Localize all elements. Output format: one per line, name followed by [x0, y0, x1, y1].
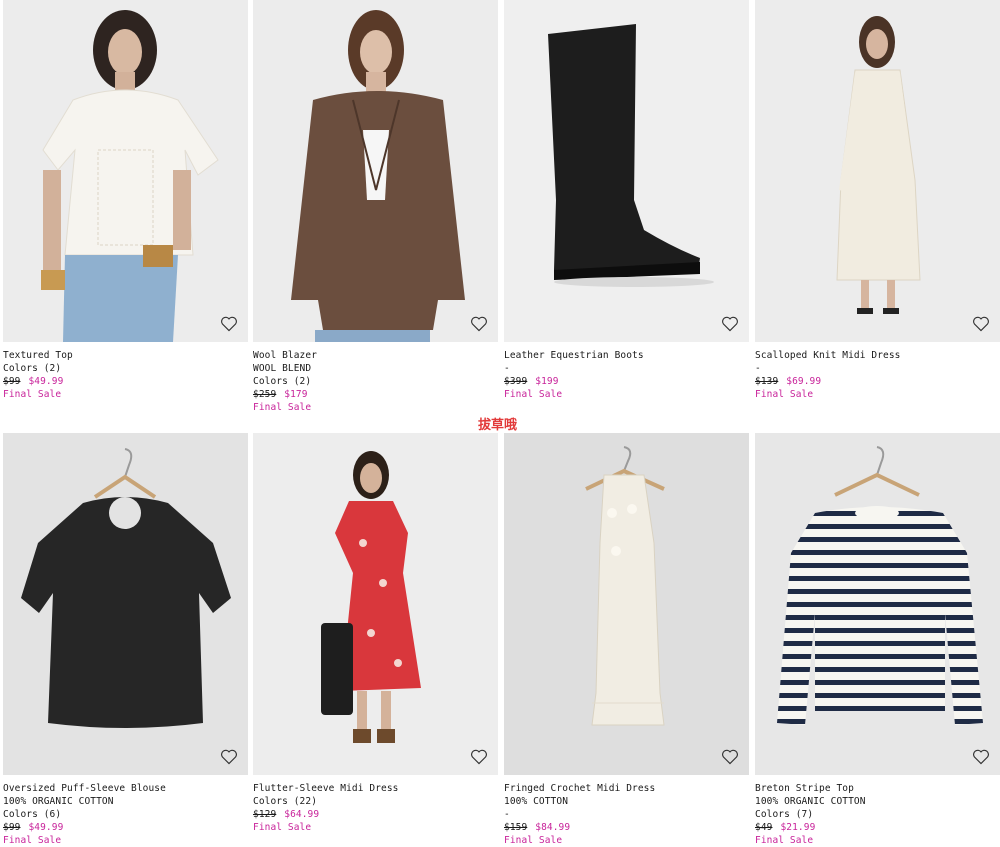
product-name[interactable]: Wool Blazer [253, 349, 498, 362]
sale-price: $69.99 [786, 376, 822, 387]
product-name[interactable]: Flutter-Sleeve Midi Dress [253, 782, 498, 795]
watermark-text: 拔草哦 [478, 418, 518, 433]
product-name[interactable]: Scalloped Knit Midi Dress [755, 349, 1000, 362]
product-photo-leather-boots [504, 0, 749, 342]
sale-price: $84.99 [535, 822, 571, 833]
heart-icon[interactable] [470, 316, 488, 332]
final-sale-label: Final Sale [253, 402, 312, 413]
product-colors: Colors (2) [253, 376, 312, 387]
product-card[interactable]: Fringed Crochet Midi Dress 100% COTTON -… [504, 433, 749, 847]
final-sale-label: Final Sale [755, 389, 814, 400]
product-subtitle: 100% ORGANIC COTTON [755, 796, 866, 807]
product-colors: Colors (7) [755, 809, 814, 820]
heart-icon[interactable] [972, 316, 990, 332]
heart-icon[interactable] [220, 749, 238, 765]
product-name[interactable]: Fringed Crochet Midi Dress [504, 782, 749, 795]
final-sale-label: Final Sale [504, 389, 563, 400]
heart-icon[interactable] [721, 316, 739, 332]
product-colors: - [504, 809, 510, 820]
product-card[interactable]: Flutter-Sleeve Midi Dress Colors (22) $1… [253, 433, 498, 834]
product-photo-breton-stripe-top [755, 433, 1000, 775]
price-row: $99 $49.99 [3, 821, 248, 834]
product-photo-crochet-dress [504, 433, 749, 775]
product-name[interactable]: Oversized Puff-Sleeve Blouse [3, 782, 248, 795]
sale-price: $179 [284, 389, 308, 400]
original-price: $99 [3, 376, 21, 387]
price-row: $129 $64.99 [253, 808, 498, 821]
product-subtitle: 100% ORGANIC COTTON [3, 796, 114, 807]
product-card[interactable]: Breton Stripe Top 100% ORGANIC COTTON Co… [755, 433, 1000, 847]
final-sale-label: Final Sale [3, 835, 62, 846]
heart-icon[interactable] [220, 316, 238, 332]
heart-icon[interactable] [470, 749, 488, 765]
product-name[interactable]: Textured Top [3, 349, 248, 362]
price-row: $139 $69.99 [755, 375, 1000, 388]
product-subtitle: 100% COTTON [504, 796, 569, 807]
product-image[interactable] [755, 0, 1000, 342]
product-photo-textured-top [3, 0, 248, 342]
original-price: $259 [253, 389, 277, 400]
original-price: $49 [755, 822, 773, 833]
original-price: $159 [504, 822, 528, 833]
product-photo-wool-blazer [253, 0, 498, 342]
product-colors: Colors (6) [3, 809, 62, 820]
product-subtitle: Colors (2) [3, 363, 62, 374]
product-photo-flutter-dress [253, 433, 498, 775]
product-name[interactable]: Leather Equestrian Boots [504, 349, 749, 362]
price-row: $99 $49.99 [3, 375, 248, 388]
sale-price: $199 [535, 376, 559, 387]
product-image[interactable] [253, 433, 498, 775]
sale-price: $21.99 [780, 822, 816, 833]
product-subtitle: - [504, 363, 510, 374]
sale-price: $49.99 [28, 376, 64, 387]
final-sale-label: Final Sale [504, 835, 563, 846]
final-sale-label: Final Sale [3, 389, 62, 400]
product-card[interactable]: Textured Top Colors (2) $99 $49.99 Final … [3, 0, 248, 401]
product-card[interactable]: Wool Blazer WOOL BLEND Colors (2) $259 $1… [253, 0, 498, 414]
product-image[interactable] [755, 433, 1000, 775]
product-image[interactable] [3, 433, 248, 775]
product-subtitle: Colors (22) [253, 796, 318, 807]
product-image[interactable] [253, 0, 498, 342]
product-card[interactable]: Scalloped Knit Midi Dress - $139 $69.99 F… [755, 0, 1000, 401]
product-subtitle: - [755, 363, 761, 374]
product-image[interactable] [504, 433, 749, 775]
product-image[interactable] [3, 0, 248, 342]
price-row: $159 $84.99 [504, 821, 749, 834]
product-grid: Textured Top Colors (2) $99 $49.99 Final … [0, 0, 1000, 847]
original-price: $99 [3, 822, 21, 833]
original-price: $399 [504, 376, 528, 387]
price-row: $399 $199 [504, 375, 749, 388]
product-name[interactable]: Breton Stripe Top [755, 782, 1000, 795]
final-sale-label: Final Sale [253, 822, 312, 833]
product-card[interactable]: Oversized Puff-Sleeve Blouse 100% ORGANI… [3, 433, 248, 847]
product-photo-scalloped-dress [755, 0, 1000, 342]
final-sale-label: Final Sale [755, 835, 814, 846]
product-photo-puff-sleeve-blouse [3, 433, 248, 775]
product-subtitle: WOOL BLEND [253, 363, 312, 374]
sale-price: $49.99 [28, 822, 64, 833]
original-price: $139 [755, 376, 779, 387]
product-image[interactable] [504, 0, 749, 342]
product-card[interactable]: Leather Equestrian Boots - $399 $199 Fina… [504, 0, 749, 401]
price-row: $49 $21.99 [755, 821, 1000, 834]
heart-icon[interactable] [972, 749, 990, 765]
sale-price: $64.99 [284, 809, 320, 820]
price-row: $259 $179 [253, 388, 498, 401]
heart-icon[interactable] [721, 749, 739, 765]
original-price: $129 [253, 809, 277, 820]
